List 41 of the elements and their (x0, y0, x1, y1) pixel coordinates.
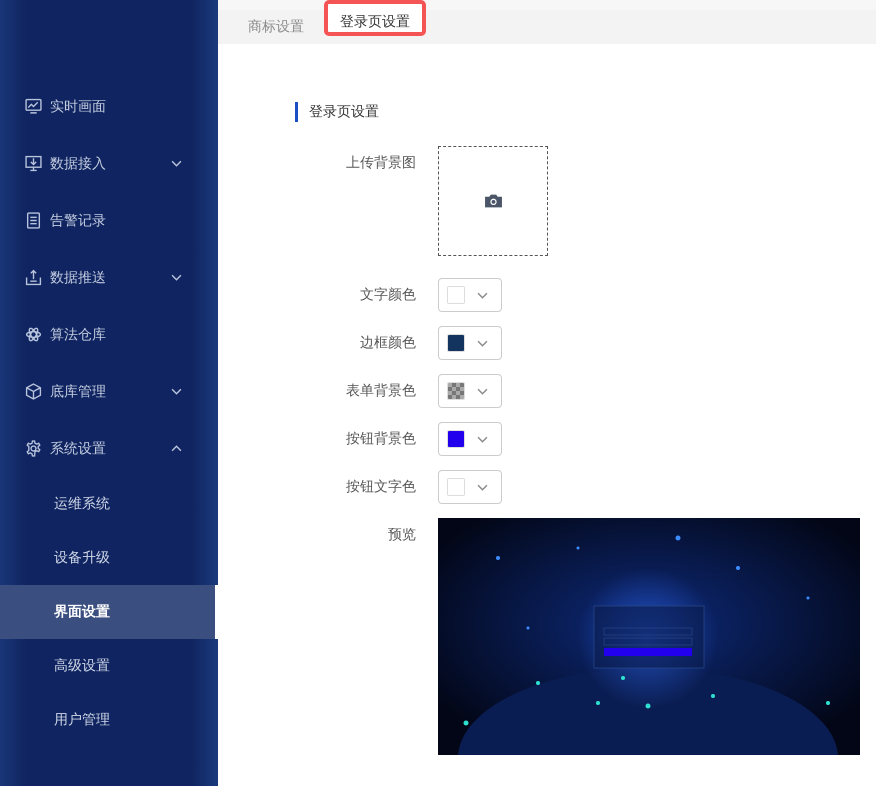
upload-area[interactable] (438, 146, 548, 256)
color-picker[interactable] (438, 374, 502, 408)
field-label: 表单背景色 (345, 382, 416, 400)
color-picker[interactable] (438, 470, 502, 504)
submenu-item[interactable]: 用户管理 (0, 693, 218, 747)
field-label: 边框颜色 (359, 334, 416, 352)
field-label: 按钮文字色 (345, 478, 416, 496)
field-label: 预览 (387, 526, 416, 545)
field-label: 按钮背景色 (345, 430, 416, 448)
download-icon (25, 155, 42, 172)
section-title: 登录页设置 (295, 102, 876, 122)
menu-item[interactable]: 底库管理 (0, 363, 218, 420)
color-picker[interactable] (438, 278, 502, 312)
color-picker[interactable] (438, 326, 502, 360)
field-label: 文字颜色 (359, 286, 416, 304)
chevron-down-icon (477, 340, 488, 346)
menu-item[interactable]: 数据推送 (0, 249, 218, 306)
settings-icon (25, 440, 42, 457)
menu-item[interactable]: 数据接入 (0, 135, 218, 192)
submenu-item[interactable]: 运维系统 (0, 477, 218, 531)
tab[interactable]: 登录页设置 (324, 0, 426, 36)
chevron-down-icon (477, 292, 488, 298)
menu-item[interactable]: 系统设置 (0, 420, 218, 477)
chevron-down-icon (477, 388, 488, 394)
menu-item[interactable]: 实时画面 (0, 78, 218, 135)
field-label: 上传背景图 (345, 154, 416, 173)
upload-icon (25, 269, 42, 286)
transparent-swatch (447, 382, 465, 400)
submenu-item[interactable]: 高级设置 (0, 639, 218, 693)
menu-item[interactable]: 告警记录 (0, 192, 218, 249)
cube-icon (25, 383, 42, 400)
camera-icon (484, 193, 502, 209)
menu-item[interactable]: 算法仓库 (0, 306, 218, 363)
color-picker[interactable] (438, 422, 502, 456)
monitor-icon (25, 98, 42, 115)
document-icon (25, 212, 42, 229)
submenu-item[interactable]: 界面设置 (0, 585, 218, 639)
submenu-item[interactable]: 设备升级 (0, 531, 218, 585)
chevron-down-icon (477, 484, 488, 490)
chevron-down-icon (477, 436, 488, 442)
atom-icon (25, 326, 42, 343)
